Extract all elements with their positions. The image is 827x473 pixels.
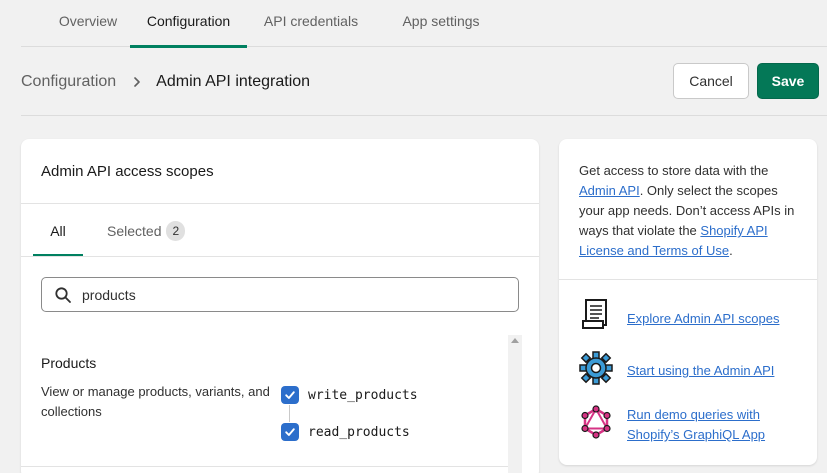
- help-text: Get access to store data with the Admin …: [579, 161, 805, 261]
- tab-selected[interactable]: Selected 2: [107, 205, 186, 257]
- scope-search: [41, 277, 519, 312]
- page-title: Admin API integration: [156, 73, 311, 90]
- permission-label: write_products: [308, 387, 418, 403]
- save-button[interactable]: Save: [757, 63, 819, 99]
- tab-api-credentials[interactable]: API credentials: [253, 0, 369, 47]
- tab-all[interactable]: All: [33, 205, 83, 257]
- scope-section-title: Products: [41, 355, 97, 371]
- scroll-up-arrow-icon[interactable]: [511, 337, 519, 343]
- explore-scopes-link[interactable]: Explore Admin API scopes: [627, 309, 797, 329]
- search-input[interactable]: [82, 286, 482, 303]
- search-icon: [55, 286, 71, 303]
- top-tab-bar: Overview Configuration API credentials A…: [21, 0, 827, 48]
- read-products-checkbox[interactable]: read_products: [281, 423, 410, 441]
- breadcrumb: Configuration Admin API integration: [21, 70, 310, 94]
- divider: [21, 203, 539, 204]
- divider: [21, 256, 539, 257]
- start-admin-api-link[interactable]: Start using the Admin API: [627, 361, 797, 381]
- tab-app-settings[interactable]: App settings: [382, 0, 500, 47]
- help-text-part: Get access to store data with the: [579, 163, 769, 178]
- permission-connector: [289, 405, 290, 422]
- graphql-icon: [581, 405, 611, 439]
- resource-explore-scopes: Explore Admin API scopes: [579, 297, 797, 331]
- tab-configuration[interactable]: Configuration: [130, 0, 247, 48]
- gear-icon: [579, 351, 613, 385]
- cancel-button[interactable]: Cancel: [673, 63, 749, 99]
- scope-section-description: View or manage products, variants, and c…: [41, 384, 270, 419]
- header-divider: [21, 115, 827, 116]
- resource-start-admin-api: Start using the Admin API: [579, 351, 797, 385]
- help-card: Get access to store data with the Admin …: [559, 139, 817, 465]
- checkbox-checked-icon: [281, 386, 299, 404]
- tab-selected-label: Selected: [107, 223, 162, 239]
- card-title: Admin API access scopes: [41, 163, 214, 180]
- selected-count-badge: 2: [166, 221, 186, 241]
- checkbox-checked-icon: [281, 423, 299, 441]
- scroll-document-icon: [582, 299, 607, 329]
- write-products-checkbox[interactable]: write_products: [281, 386, 418, 404]
- breadcrumb-parent-link[interactable]: Configuration: [21, 73, 116, 91]
- divider: [559, 279, 817, 280]
- scrollbar[interactable]: [508, 335, 522, 473]
- chevron-right-icon: [134, 77, 140, 87]
- admin-api-link[interactable]: Admin API: [579, 183, 640, 198]
- tab-overview[interactable]: Overview: [33, 0, 143, 47]
- access-scopes-card: Admin API access scopes All Selected 2 P…: [21, 139, 539, 473]
- help-text-part: .: [729, 243, 733, 258]
- divider: [21, 466, 522, 467]
- resource-graphiql-demo: Run demo queries with Shopify’s GraphiQL…: [579, 405, 797, 445]
- graphiql-demo-link[interactable]: Run demo queries with Shopify’s GraphiQL…: [627, 405, 797, 445]
- permission-label: read_products: [308, 424, 410, 440]
